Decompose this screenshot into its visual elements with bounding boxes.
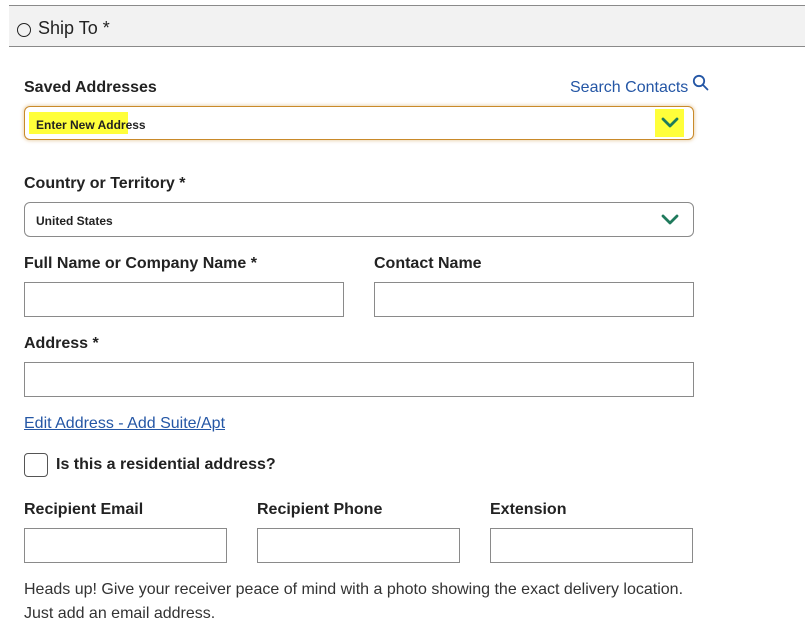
saved-addresses-value: Enter New Address [36,118,146,132]
recipient-phone-label: Recipient Phone [257,501,383,518]
extension-field[interactable] [490,528,693,563]
extension-label: Extension [490,501,567,518]
residential-label: Is this a residential address? [56,456,276,473]
recipient-phone-field[interactable] [257,528,460,563]
full-name-field[interactable] [24,282,344,317]
note-line-2: Just add an email address. [24,605,216,622]
ship-to-radio[interactable] [17,23,31,37]
country-select[interactable]: United States [24,202,694,237]
full-name-label: Full Name or Company Name * [24,255,257,272]
contact-name-label: Contact Name [374,255,482,272]
search-contacts-label: Search Contacts [570,79,689,96]
contact-name-field[interactable] [374,282,694,317]
saved-addresses-label: Saved Addresses [24,79,157,96]
search-contacts-link[interactable]: Search Contacts [570,74,709,97]
delivery-photo-note: Heads up! Give your receiver peace of mi… [24,578,794,626]
recipient-email-label: Recipient Email [24,501,144,518]
residential-checkbox[interactable] [24,453,48,477]
chevron-down-icon [660,113,680,138]
note-line-1: Heads up! Give your receiver peace of mi… [24,581,684,598]
country-value: United States [36,214,113,228]
country-label: Country or Territory * [24,175,186,192]
section-title: Ship To * [38,18,110,38]
recipient-email-field[interactable] [24,528,227,563]
address-field[interactable] [24,362,694,397]
chevron-down-icon [660,210,680,235]
ship-to-header[interactable]: Ship To * [9,5,805,47]
saved-addresses-select[interactable]: Enter New Address [24,106,694,140]
address-label: Address * [24,335,99,352]
search-icon [692,74,709,96]
edit-address-link[interactable]: Edit Address - Add Suite/Apt [24,415,225,433]
